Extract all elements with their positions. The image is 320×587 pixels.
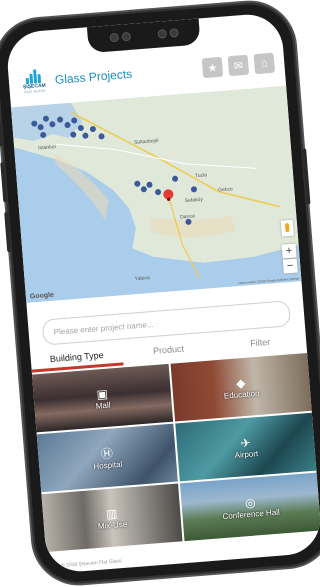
home-icon: ⌂: [260, 57, 269, 70]
category-tile-education[interactable]: ◆ Education: [170, 352, 312, 422]
category-tile-mix-use[interactable]: ▥ Mix-Use: [41, 483, 183, 553]
category-label: Education: [223, 388, 260, 401]
category-tile-mall[interactable]: ▣ Mall: [31, 363, 174, 433]
favorites-button[interactable]: ★: [201, 56, 224, 79]
graduation-cap-icon: ◆: [235, 375, 246, 391]
map-marker-icon: [172, 175, 179, 182]
sea-marmara: [14, 147, 302, 303]
copyright-text: © 2018 Şişecam Flat Glass: [60, 558, 122, 569]
phone-screen: ŞİŞECAM FLAT GLASS Glass Projects ★ ✉ ⌂: [5, 12, 320, 574]
category-label: Mall: [95, 400, 111, 411]
category-label: Hospital: [93, 459, 123, 471]
zoom-in-button[interactable]: +: [281, 243, 297, 259]
phone-frame: ŞİŞECAM FLAT GLASS Glass Projects ★ ✉ ⌂: [0, 0, 320, 587]
map-marker-icon: [134, 180, 141, 187]
map-canvas: [10, 102, 302, 303]
map-marker-icon: [155, 189, 162, 196]
logo-subtext: FLAT GLASS: [24, 88, 46, 95]
map-label: Darıca: [179, 213, 196, 221]
camera-icon: [109, 32, 120, 43]
shopping-bag-icon: ▣: [96, 386, 109, 402]
page-title: Glass Projects: [54, 66, 133, 87]
category-tile-hospital[interactable]: Ⓗ Hospital: [36, 423, 178, 493]
home-button[interactable]: ⌂: [253, 52, 276, 75]
category-tile-conference-hall[interactable]: ◎ Conference Hall: [179, 472, 320, 542]
map-marker-icon: [82, 132, 89, 139]
category-tile-airport[interactable]: ✈ Airport: [175, 412, 317, 482]
category-label: Mix-Use: [97, 519, 128, 531]
logo-mark-icon: [23, 69, 44, 85]
map-marker-icon: [140, 186, 147, 193]
sensor-icon: [121, 31, 132, 42]
building-type-grid: ▣ Mall ◆ Education Ⓗ Hospital ✈ Airport …: [31, 352, 320, 553]
map-label: Tuzla: [194, 172, 208, 180]
sisecam-logo: ŞİŞECAM FLAT GLASS: [18, 68, 50, 94]
camera-icon: [157, 29, 168, 39]
star-icon: ★: [207, 61, 218, 75]
building-icon: ▥: [105, 505, 118, 521]
mail-button[interactable]: ✉: [227, 54, 250, 77]
category-label: Conference Hall: [222, 507, 281, 521]
project-map[interactable]: İstanbul Sultanbeyli Gebze Darıca Yalova…: [10, 85, 302, 303]
map-marker-icon: [89, 126, 96, 133]
airplane-icon: ✈: [239, 435, 252, 450]
sensor-icon: [169, 28, 179, 38]
map-marker-icon: [146, 181, 153, 188]
map-marker-icon: [190, 186, 197, 193]
map-label: Yalova: [134, 275, 150, 283]
street-view-icon[interactable]: [280, 219, 294, 237]
map-marker-icon: [98, 133, 105, 140]
hospital-icon: Ⓗ: [100, 446, 114, 461]
map-label: Gebze: [217, 186, 234, 194]
zoom-out-button[interactable]: −: [282, 258, 298, 274]
mail-icon: ✉: [233, 59, 244, 73]
category-label: Airport: [234, 448, 259, 460]
conference-icon: ◎: [244, 494, 256, 510]
